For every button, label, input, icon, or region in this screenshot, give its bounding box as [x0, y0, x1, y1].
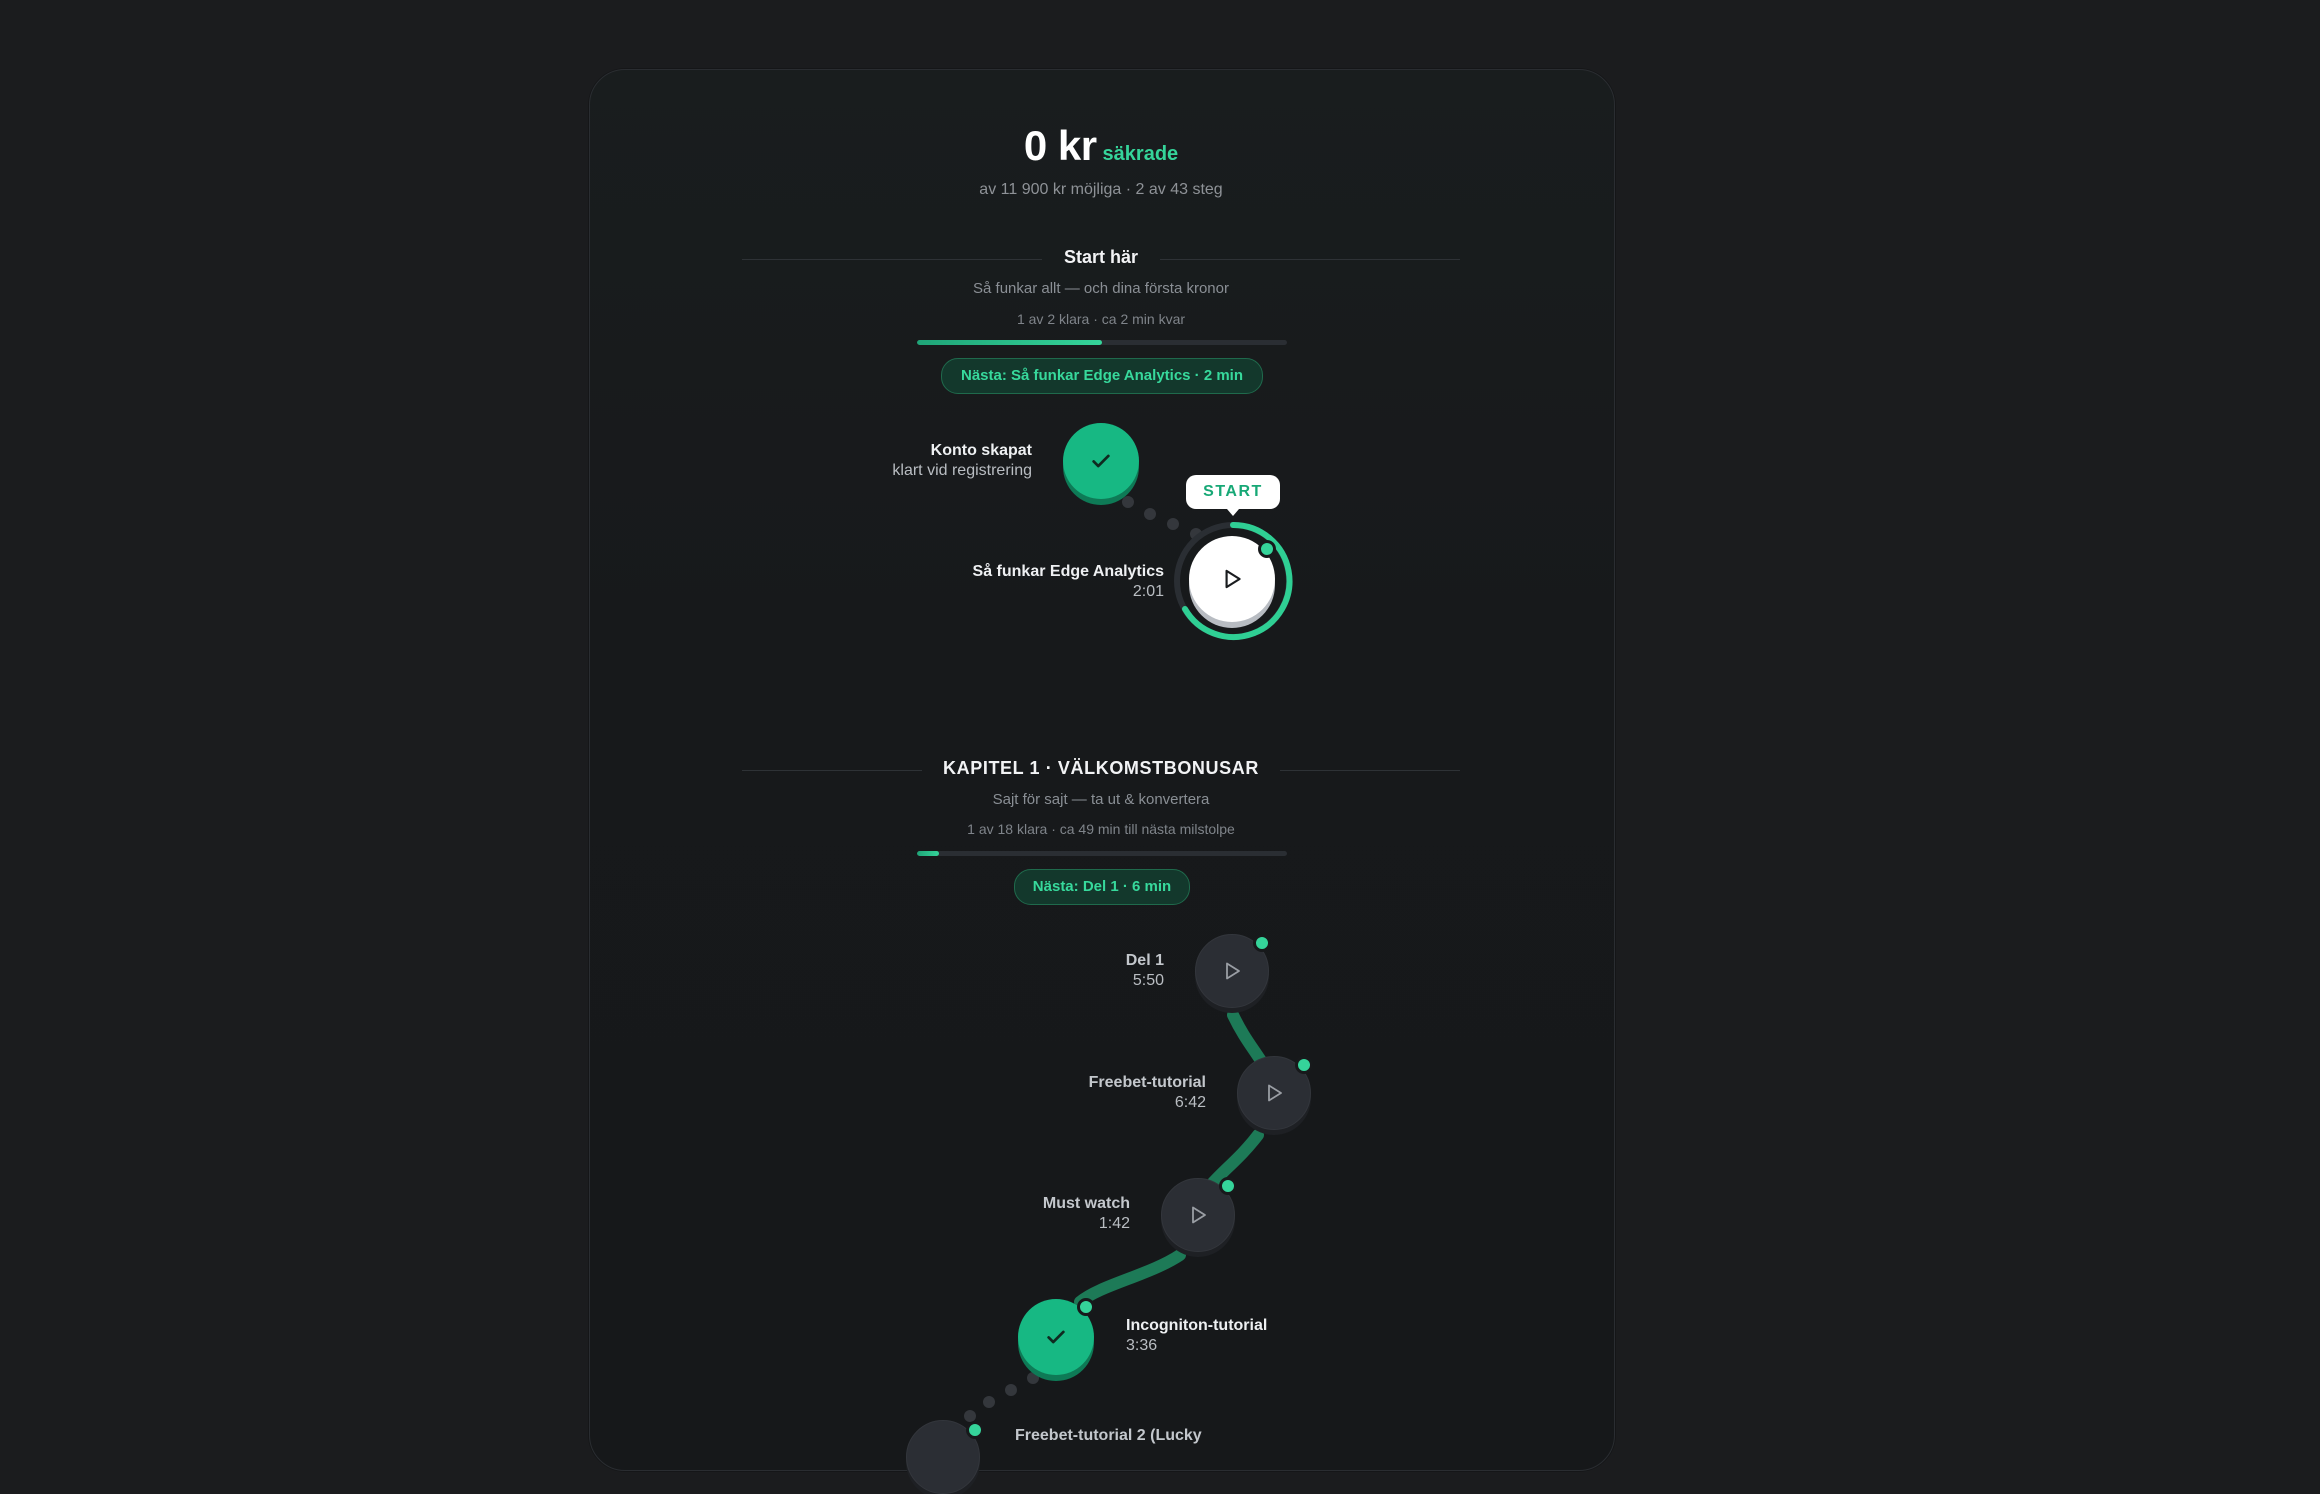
progress-marker	[966, 1421, 984, 1439]
progress-marker	[1258, 540, 1276, 558]
play-icon	[1226, 962, 1240, 980]
path-dot	[1122, 496, 1134, 508]
section-subtitle-start: Så funkar allt — och dina första kronor	[973, 280, 1229, 297]
chapter-path	[964, 1009, 1276, 1422]
step-detail: klart vid registrering	[892, 462, 1032, 479]
section-meta-start: 1 av 2 klara · ca 2 min kvar	[1016, 311, 1186, 327]
section-title-kapitel-1: KAPITEL 1 · VÄLKOMSTBONUSAR	[943, 758, 1259, 778]
step-label-must-watch: Must watch 1:42	[926, 1194, 1130, 1234]
check-icon	[1092, 454, 1110, 468]
path-dot	[1144, 508, 1156, 520]
section-progress-fill-start	[917, 340, 1102, 345]
play-icon	[1225, 569, 1241, 589]
section-title-start: Start här	[1063, 247, 1139, 267]
secured-amount: 0 kr	[1023, 122, 1097, 169]
step-label-freebet-tutorial: Freebet-tutorial 6:42	[1002, 1073, 1206, 1113]
step-title: Freebet-tutorial	[1088, 1074, 1206, 1091]
step-label-edge-analytics: Så funkar Edge Analytics 2:01	[880, 562, 1164, 602]
start-tooltip[interactable]: START	[1186, 475, 1280, 516]
step-title: Incogniton-tutorial	[1126, 1317, 1268, 1334]
step-title: Must watch	[1042, 1195, 1130, 1212]
progress-marker	[1219, 1177, 1237, 1195]
step-label-konto-skapat: Konto skapat klart vid registrering	[760, 441, 1032, 481]
step-detail: 5:50	[1132, 972, 1164, 989]
next-step-pill-kapitel-1[interactable]: Nästa: Del 1 · 6 min	[1014, 869, 1190, 905]
progress-marker	[1253, 934, 1271, 952]
section-progress-bar-kapitel-1	[917, 851, 1287, 856]
section-subtitle-kapitel-1: Sajt för sajt — ta ut & konvertera	[992, 791, 1210, 808]
step-title: Del 1	[1125, 952, 1164, 969]
step-label-freebet-tutorial-2: Freebet-tutorial 2 (Lucky	[1015, 1426, 1315, 1446]
progress-marker	[1295, 1056, 1313, 1074]
section-meta-kapitel-1: 1 av 18 klara · ca 49 min till nästa mil…	[967, 821, 1235, 837]
section-progress-fill-kapitel-1	[917, 851, 940, 856]
step-label-del-1: Del 1 5:50	[960, 951, 1164, 991]
section-progress-bar-start	[917, 340, 1287, 345]
next-step-pill-start[interactable]: Nästa: Så funkar Edge Analytics · 2 min	[941, 358, 1263, 394]
play-icon	[1268, 1084, 1282, 1102]
step-detail: 2:01	[1132, 583, 1164, 600]
step-detail: 3:36	[1126, 1337, 1158, 1354]
step-title: Konto skapat	[930, 442, 1032, 459]
step-label-incogniton-tutorial: Incogniton-tutorial 3:36	[1126, 1316, 1386, 1356]
earnings-summary: 0 kr säkrade	[589, 122, 1613, 170]
check-icon	[1047, 1330, 1065, 1344]
play-icon	[1192, 1206, 1206, 1224]
step-detail: 6:42	[1174, 1094, 1206, 1111]
step-title: Så funkar Edge Analytics	[972, 563, 1164, 580]
progress-marker	[1077, 1298, 1095, 1316]
step-title: Freebet-tutorial 2 (Lucky	[1015, 1427, 1202, 1444]
step-detail: 1:42	[1098, 1215, 1130, 1232]
step-node-konto-skapat[interactable]	[1063, 423, 1139, 499]
secured-label: säkrade	[1102, 143, 1179, 165]
earnings-subtitle: av 11 900 kr möjliga · 2 av 43 steg	[979, 181, 1223, 198]
